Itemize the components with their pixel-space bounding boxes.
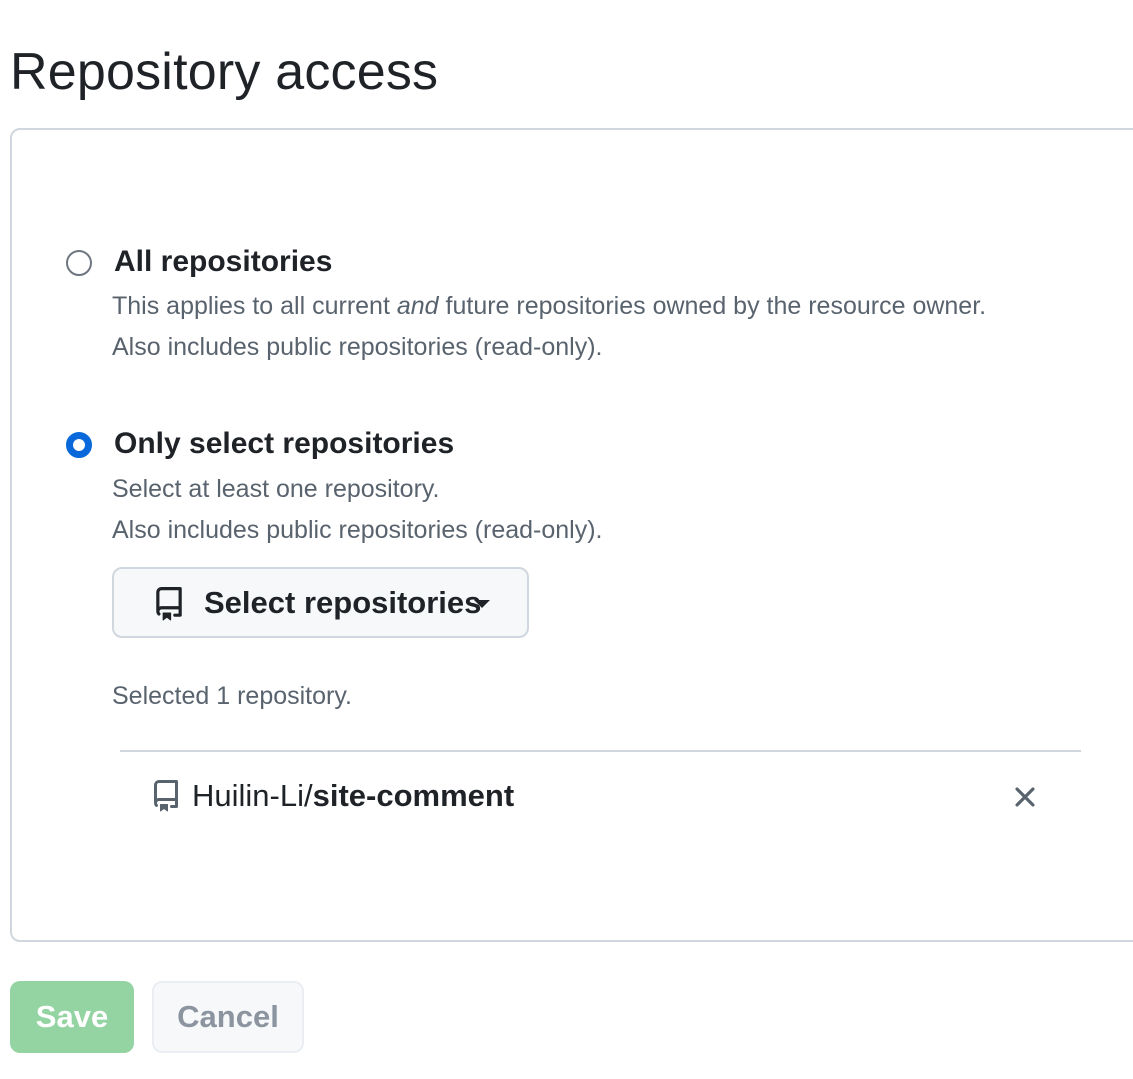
list-item: Huilin-Li/site-comment [120,752,1081,842]
repository-name: Huilin-Li/site-comment [192,776,514,816]
repo-icon [156,587,182,621]
only-select-description: Select at least one repository. [112,475,440,503]
select-repositories-label: Select repositories [204,585,482,620]
only-select-public-note: Also includes public repositories (read-… [112,516,603,544]
all-repositories-radio[interactable] [66,250,92,276]
repository-owner: Huilin-Li/ [192,778,313,813]
only-select-repositories-radio[interactable] [66,432,92,458]
cancel-button[interactable]: Cancel [152,981,304,1053]
all-repositories-label[interactable]: All repositories [114,242,332,282]
save-button[interactable]: Save [10,981,134,1053]
selected-repositories-list: Huilin-Li/site-comment [120,750,1081,842]
repo-icon [154,780,178,812]
select-repositories-button[interactable]: Select repositories [112,567,529,638]
caret-down-icon [474,600,490,608]
page-title: Repository access [10,43,439,101]
x-icon[interactable] [1008,780,1042,814]
repository-access-panel: All repositories This applies to all cur… [10,128,1133,942]
only-select-repositories-label[interactable]: Only select repositories [114,424,454,464]
all-repositories-description: This applies to all current and future r… [112,292,987,320]
selected-count-text: Selected 1 repository. [112,682,352,710]
all-repositories-public-note: Also includes public repositories (read-… [112,333,603,361]
repository-short-name: site-comment [312,778,515,813]
